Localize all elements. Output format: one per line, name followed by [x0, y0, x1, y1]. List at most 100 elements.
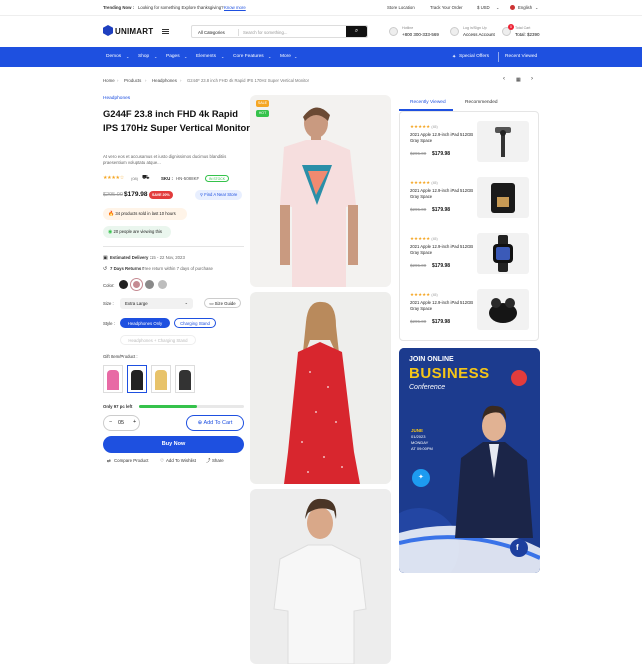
account-link[interactable]: Access Account: [463, 32, 495, 37]
add-to-cart-button[interactable]: ⊕ Add To Cart: [186, 415, 244, 431]
store-location-link[interactable]: Store Location: [387, 5, 415, 10]
product-image-3[interactable]: [250, 489, 391, 664]
quantity-value[interactable]: 05: [118, 420, 124, 426]
nav-item-shop[interactable]: Shop: [138, 54, 149, 59]
sold-notice-text: 34 products sold in last 10 hours: [115, 211, 176, 216]
search-button[interactable]: ⌕: [346, 26, 367, 37]
breadcrumb-products[interactable]: Products: [124, 78, 141, 83]
chevron-right-icon: ›: [180, 78, 182, 83]
logo-icon[interactable]: [103, 25, 113, 36]
recent-viewed-link[interactable]: Recent Viewed: [505, 54, 537, 59]
wishlist-button[interactable]: Add To Wishlist: [166, 458, 196, 463]
account-label: Log in/Sign Up: [463, 26, 487, 30]
stock-badge: IN STOCK: [205, 175, 229, 182]
banner-date-4: AT 09:00PM: [411, 446, 433, 451]
breadcrumb-home[interactable]: Home: [103, 78, 115, 83]
product-name[interactable]: 2021 Apple 12.9-inch iPad 512GB Gray Spa…: [410, 300, 475, 312]
prev-product-icon[interactable]: ‹: [503, 76, 505, 82]
nav-item-pages[interactable]: Pages: [166, 54, 180, 59]
viewing-notice-text: 20 people are viewing this: [113, 229, 162, 234]
share-button[interactable]: Share: [212, 458, 224, 463]
discount-badge: SAVE 20%: [149, 191, 173, 199]
returns-label: 7 Days Returns :: [110, 266, 144, 271]
chevron-down-icon: ⌄: [221, 54, 225, 59]
size-guide-button[interactable]: ▭ Size Guide: [204, 298, 241, 308]
gift-thumb-1[interactable]: [103, 365, 123, 393]
currency-select[interactable]: $ USD: [477, 5, 490, 10]
nav-item-core-features[interactable]: Core Features: [233, 54, 264, 59]
chevron-down-icon: ⌄: [268, 54, 272, 59]
nav-item-demos[interactable]: Demos: [106, 54, 121, 59]
style-option-headphones-only[interactable]: Headphones Only: [120, 318, 170, 328]
divider: [238, 29, 239, 36]
product-brand[interactable]: Headphones: [103, 96, 130, 101]
style-option-charging-stand[interactable]: Charging Stand: [174, 318, 216, 328]
trending-link[interactable]: Know more: [224, 5, 246, 10]
twitter-icon: ✦: [418, 474, 424, 481]
list-item[interactable]: ★★★★★ (45) 2021 Apple 12.9-inch iPad 512…: [410, 289, 535, 342]
color-swatch-black[interactable]: [119, 280, 128, 289]
special-offers-link[interactable]: Special Offers: [459, 54, 489, 59]
decrease-button[interactable]: −: [109, 419, 112, 425]
jacket-icon: [179, 370, 191, 390]
recently-viewed-list: ★★★★★ (45) 2021 Apple 12.9-inch iPad 512…: [399, 111, 539, 341]
size-select[interactable]: Extra Large ⌄: [120, 298, 193, 309]
model-tshirt-image: [280, 107, 358, 287]
banner-date-3: MONDAY: [411, 440, 429, 445]
product-image-1[interactable]: SALE HOT: [250, 95, 391, 287]
cart-total[interactable]: Total: $2390: [515, 32, 540, 37]
nav-item-elements[interactable]: Elements: [196, 54, 216, 59]
tab-recently-viewed[interactable]: Recently Viewed: [410, 100, 446, 105]
banner-line-2: BUSINESS: [409, 365, 490, 382]
increase-button[interactable]: +: [133, 419, 136, 425]
chevron-down-icon[interactable]: ⌄: [496, 5, 499, 10]
search-category-select[interactable]: All Categories: [198, 30, 225, 35]
track-order-link[interactable]: Track Your Order: [430, 5, 463, 10]
list-item[interactable]: ★★★★★ (45) 2021 Apple 12.9-inch iPad 512…: [410, 233, 535, 286]
buy-now-button[interactable]: Buy Now: [103, 436, 244, 453]
cart-label: Total Cart: [515, 26, 531, 30]
product-name[interactable]: 2021 Apple 12.9-inch iPad 512GB Gray Spa…: [410, 132, 475, 144]
logo[interactable]: UNIMART: [115, 27, 153, 36]
color-swatch-silver[interactable]: [158, 280, 167, 289]
user-icon[interactable]: [450, 27, 459, 36]
divider: [498, 52, 499, 62]
conference-banner[interactable]: JOIN ONLINE BUSINESS Conference JUNE 01/…: [399, 348, 540, 573]
chevron-down-icon: ⌄: [294, 54, 298, 59]
list-item[interactable]: ★★★★★ (45) 2021 Apple 12.9-inch iPad 512…: [410, 121, 535, 174]
tab-recommended[interactable]: Recommended: [465, 100, 498, 105]
product-name[interactable]: 2021 Apple 12.9-inch iPad 512GB Gray Spa…: [410, 244, 475, 256]
gift-thumb-3[interactable]: [151, 365, 171, 393]
product-description: At vero eos et accusamus et iusto dignis…: [103, 154, 227, 165]
stock-progress-track: [139, 405, 244, 408]
chevron-right-icon: ›: [117, 78, 119, 83]
next-product-icon[interactable]: ›: [531, 76, 533, 82]
sold-notice: 🔥 34 products sold in last 10 hours: [103, 208, 187, 220]
nav-item-more[interactable]: More: [280, 54, 291, 59]
old-price: $295.00: [410, 263, 427, 268]
product-image-2[interactable]: [250, 292, 391, 484]
delivery-value: 15 - 22 Nov, 2023: [151, 255, 185, 260]
breadcrumb-headphones[interactable]: Headphones: [152, 78, 177, 83]
find-store-button[interactable]: ⚲ Find A Near Store: [195, 190, 243, 200]
old-price: $295.00: [410, 207, 427, 212]
language-select[interactable]: English: [518, 5, 532, 10]
style-option-bundle[interactable]: Headphones + Charging Stand: [120, 335, 196, 345]
search-icon: ⌕: [354, 28, 359, 34]
chevron-down-icon[interactable]: ⌄: [535, 5, 538, 10]
search-input[interactable]: Search for something...: [243, 30, 287, 35]
old-price: $295.00: [410, 151, 427, 156]
gift-thumb-2[interactable]: [127, 365, 147, 393]
breadcrumb-current: G244F 23.8 inch FHD 4k Rapid IPS 170Hz S…: [187, 78, 309, 83]
color-swatch-rose[interactable]: [131, 279, 142, 290]
hotline-number[interactable]: +800 300-333-569: [402, 32, 439, 37]
product-title: G244F 23.8 inch FHD 4k Rapid IPS 170Hz S…: [103, 108, 250, 133]
list-item[interactable]: ★★★★★ (45) 2021 Apple 12.9-inch iPad 512…: [410, 177, 535, 230]
gift-thumb-4[interactable]: [175, 365, 195, 393]
banner-line-3: Conference: [409, 384, 446, 391]
product-name[interactable]: 2021 Apple 12.9-inch iPad 512GB Gray Spa…: [410, 188, 475, 200]
color-swatch-gray[interactable]: [145, 280, 154, 289]
hamburger-menu-icon[interactable]: [162, 29, 169, 34]
compare-button[interactable]: Compare Product: [114, 458, 148, 463]
grid-icon[interactable]: ▦: [516, 77, 521, 83]
